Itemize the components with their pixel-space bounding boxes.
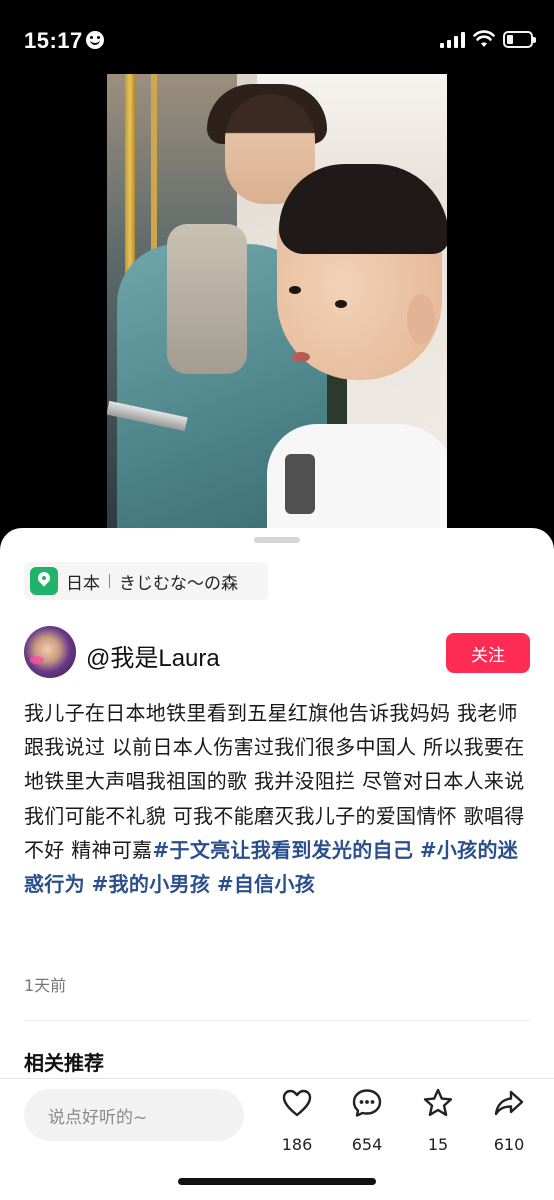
wifi-icon — [473, 30, 495, 47]
share-icon — [494, 1090, 524, 1116]
like-button[interactable]: 186 — [267, 1087, 327, 1157]
hashtag-link[interactable]: #我的小男孩 — [92, 872, 211, 896]
heart-icon — [282, 1089, 312, 1117]
location-pin-icon — [30, 567, 58, 595]
follow-button[interactable]: 关注 — [446, 633, 530, 673]
phone-screen: 15:17 日本 きじむな～の森 @我是Laura 关注 我儿子在日本地铁里看到… — [0, 0, 554, 1200]
drag-handle[interactable] — [254, 537, 300, 543]
like-count: 186 — [281, 1135, 313, 1154]
divider — [24, 1020, 530, 1021]
author-row: @我是Laura 关注 — [24, 626, 530, 680]
post-timestamp: 1天前 — [24, 976, 67, 995]
location-divider — [109, 574, 110, 588]
status-time: 15:17 — [24, 28, 83, 53]
comment-count: 654 — [351, 1135, 383, 1154]
favorite-button[interactable]: 15 — [408, 1087, 468, 1157]
post-photo[interactable] — [107, 74, 447, 530]
smile-icon — [86, 31, 104, 49]
share-button[interactable]: 610 — [479, 1087, 539, 1157]
author-username[interactable]: @我是Laura — [86, 638, 220, 673]
related-title: 相关推荐 — [24, 1051, 104, 1075]
share-count: 610 — [493, 1135, 525, 1154]
comment-icon — [352, 1089, 382, 1117]
hashtag-link[interactable]: #自信小孩 — [217, 872, 315, 896]
comment-button[interactable]: 654 — [337, 1087, 397, 1157]
status-bar: 15:17 — [0, 0, 554, 80]
star-icon — [423, 1088, 453, 1116]
hashtag-link[interactable]: #于文亮让我看到发光的自己 — [152, 838, 413, 862]
battery-icon — [503, 31, 536, 48]
comment-input[interactable]: 说点好听的~ — [24, 1089, 244, 1141]
location-tag[interactable]: 日本 きじむな～の森 — [24, 562, 268, 600]
avatar[interactable] — [24, 626, 76, 678]
location-country: 日本 — [66, 573, 100, 594]
location-place: きじむな～の森 — [119, 573, 238, 594]
home-indicator[interactable] — [178, 1178, 376, 1185]
post-caption: 我儿子在日本地铁里看到五星红旗他告诉我妈妈 我老师跟我说过 以前日本人伤害过我们… — [24, 696, 530, 901]
signal-icon — [440, 32, 466, 48]
favorite-count: 15 — [427, 1135, 449, 1154]
